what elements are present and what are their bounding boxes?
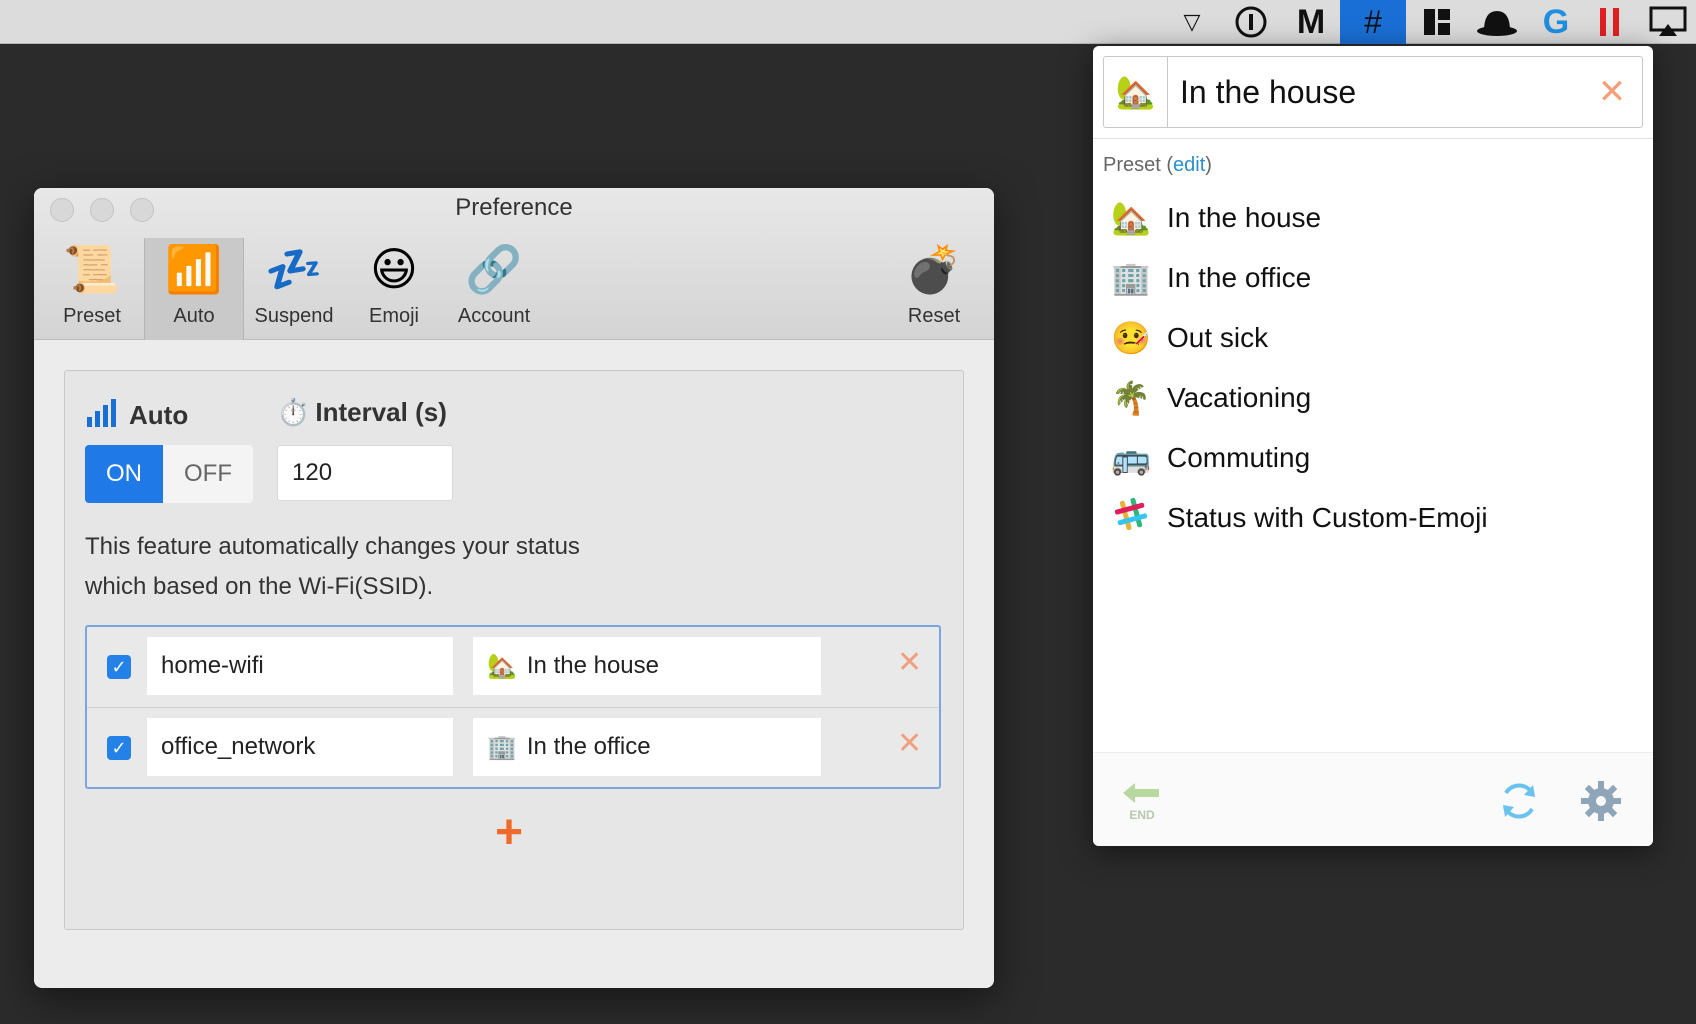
ssid-rule-row: ✓ office_network 🏢 In the office ✕ (87, 707, 939, 787)
status-input-box: 🏡 In the house ✕ (1103, 56, 1643, 128)
preset-item-in-the-house[interactable]: 🏡 In the house (1111, 188, 1631, 248)
preset-header: Preset (edit) (1103, 154, 1212, 176)
stopwatch-icon: ⏱️ (277, 397, 310, 427)
bus-icon: 🚌 (1111, 440, 1151, 476)
auto-panel: Auto ⏱️ Interval (s) ON OFF 120 This fea… (64, 370, 964, 930)
remove-rule-button[interactable]: ✕ (897, 726, 922, 761)
ssid-rules-list: ✓ home-wifi 🏡 In the house ✕ ✓ office_ne… (85, 625, 941, 789)
end-label: END (1129, 808, 1155, 822)
status-field[interactable]: 🏢 In the office (473, 718, 821, 776)
tab-label: Emoji (368, 305, 419, 327)
onepassword-icon[interactable] (1228, 0, 1274, 44)
preset-list: 🏡 In the house 🏢 In the office 🤒 Out sic… (1111, 188, 1631, 548)
palm-tree-icon: 🌴 (1111, 380, 1151, 416)
status-popover: 🏡 In the house ✕ Preset (edit) 🏡 In the … (1093, 46, 1653, 846)
preset-item-in-the-office[interactable]: 🏢 In the office (1111, 248, 1631, 308)
refresh-icon[interactable] (1497, 779, 1541, 833)
pause-icon[interactable] (1590, 0, 1630, 44)
rule-enabled-checkbox[interactable]: ✓ (107, 736, 131, 760)
gear-icon[interactable] (1579, 779, 1623, 833)
reset-button[interactable]: 💣 Reset (884, 238, 984, 340)
tab-label: Preset (63, 305, 121, 327)
slack-status-icon[interactable]: # (1340, 0, 1406, 44)
reset-label: Reset (907, 305, 961, 327)
scroll-icon: 📜 (63, 243, 121, 295)
rule-enabled-checkbox[interactable]: ✓ (107, 655, 131, 679)
tab-preset[interactable]: 📜 Preset (42, 238, 142, 340)
chevron-down-icon[interactable]: ▽ (1172, 0, 1212, 44)
bowler-hat-icon[interactable] (1472, 0, 1522, 44)
popover-footer: END (1093, 752, 1653, 846)
on-button[interactable]: ON (85, 445, 163, 503)
layout-icon[interactable] (1416, 0, 1458, 44)
auto-description: This feature automatically changes your … (85, 533, 580, 600)
preset-item-vacationing[interactable]: 🌴 Vacationing (1111, 368, 1631, 428)
end-arrow-button[interactable]: END (1119, 779, 1165, 835)
divider (1093, 138, 1653, 139)
airplay-icon[interactable] (1646, 0, 1690, 44)
slack-logo-icon (1111, 497, 1151, 539)
office-building-icon: 🏢 (1111, 260, 1151, 296)
preference-window: Preference 📜 Preset 📶 Auto 💤 Suspend 😃 E… (34, 188, 994, 988)
tab-label: Account (457, 305, 531, 327)
ssid-field[interactable]: office_network (147, 718, 453, 776)
link-icon: 🔗 (465, 243, 523, 295)
signal-icon: 📶 (165, 243, 223, 295)
interval-heading: ⏱️ Interval (s) (277, 397, 447, 427)
gmail-icon[interactable]: M (1286, 0, 1336, 44)
menu-bar: ▽ M # G (0, 0, 1696, 44)
auto-toggle: ON OFF (85, 445, 253, 503)
house-icon[interactable]: 🏡 (1104, 57, 1168, 127)
ssid-field[interactable]: home-wifi (147, 637, 453, 695)
off-button[interactable]: OFF (163, 445, 253, 503)
signal-icon (85, 397, 123, 434)
tab-account[interactable]: 🔗 Account (444, 238, 544, 340)
clear-status-button[interactable]: ✕ (1582, 72, 1642, 112)
add-rule-button[interactable]: + (495, 809, 523, 857)
tab-suspend[interactable]: 💤 Suspend (244, 238, 344, 340)
tab-emoji[interactable]: 😃 Emoji (344, 238, 444, 340)
house-icon: 🏡 (1111, 200, 1151, 236)
ssid-rule-row: ✓ home-wifi 🏡 In the house ✕ (87, 627, 939, 707)
edit-presets-link[interactable]: edit (1173, 154, 1205, 176)
tab-label: Auto (173, 305, 215, 327)
preset-item-custom-emoji[interactable]: Status with Custom-Emoji (1111, 488, 1631, 548)
bomb-icon: 💣 (905, 243, 963, 295)
office-building-icon: 🏢 (487, 733, 517, 761)
smiley-icon: 😃 (370, 243, 418, 295)
pref-titlebar: Preference 📜 Preset 📶 Auto 💤 Suspend 😃 E… (34, 188, 994, 340)
interval-input[interactable]: 120 (277, 445, 453, 501)
status-input[interactable]: In the house (1168, 74, 1582, 111)
window-title: Preference (455, 194, 573, 221)
logitech-icon[interactable]: G (1534, 0, 1578, 44)
auto-heading: Auto (85, 397, 188, 434)
zzz-icon: 💤 (265, 243, 323, 295)
tab-auto[interactable]: 📶 Auto (144, 238, 244, 340)
status-field[interactable]: 🏡 In the house (473, 637, 821, 695)
preset-item-out-sick[interactable]: 🤒 Out sick (1111, 308, 1631, 368)
house-icon: 🏡 (487, 652, 517, 680)
tab-label: Suspend (254, 305, 334, 327)
preset-item-commuting[interactable]: 🚌 Commuting (1111, 428, 1631, 488)
sick-face-icon: 🤒 (1111, 320, 1151, 356)
remove-rule-button[interactable]: ✕ (897, 645, 922, 680)
